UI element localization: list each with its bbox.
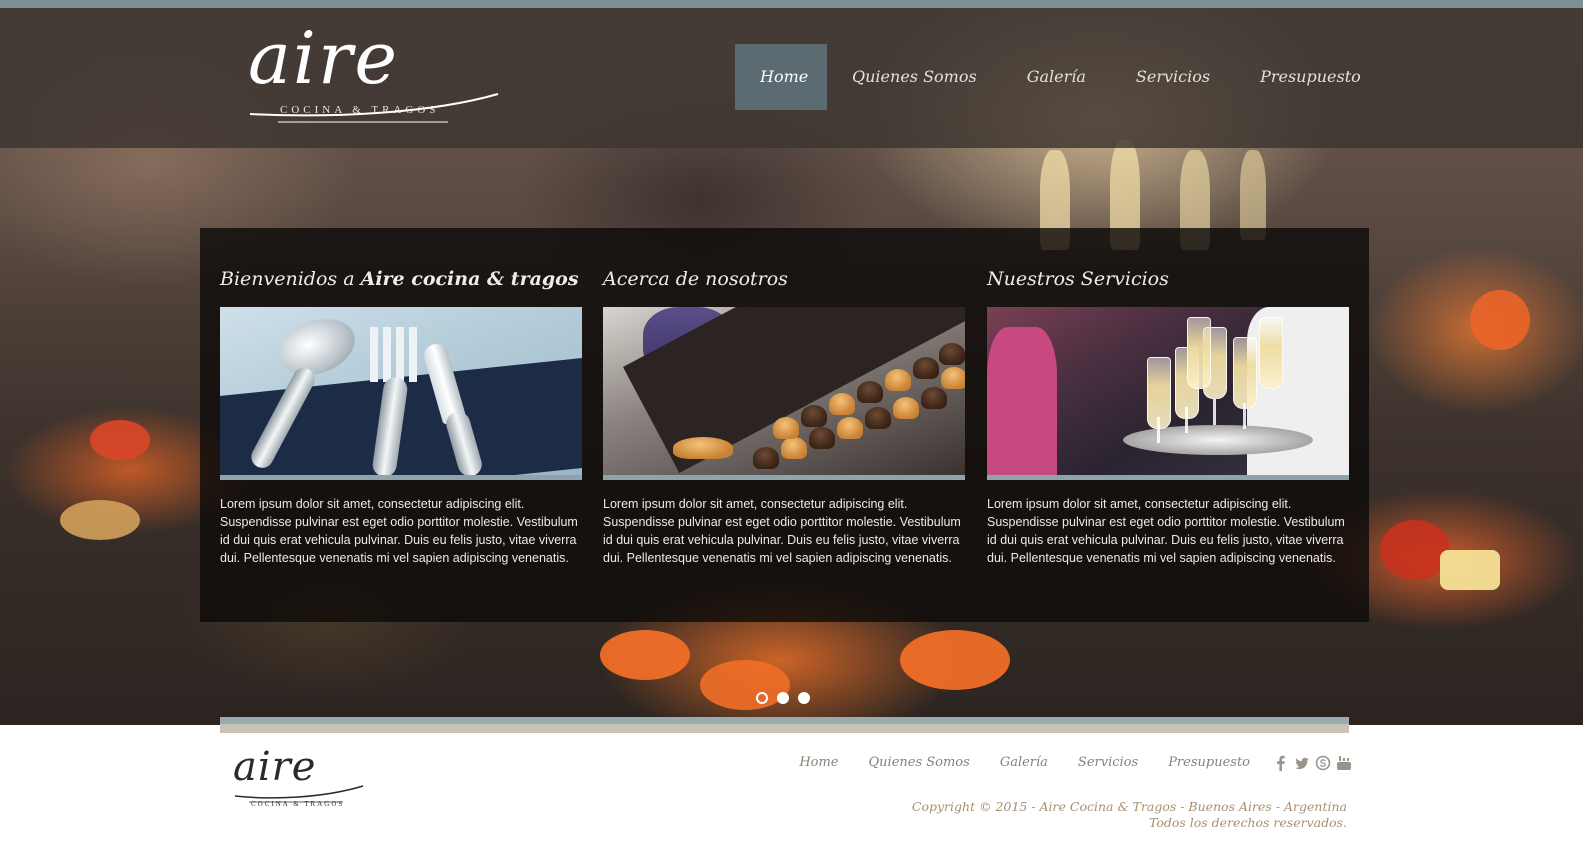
- muffin: [893, 397, 919, 419]
- nav-item-galeria[interactable]: Galería: [1002, 44, 1111, 110]
- content-panel: Bienvenidos a Aire cocina & tragos Lorem…: [200, 228, 1369, 622]
- glass-stem: [1185, 407, 1188, 433]
- champagne-glass: [1259, 317, 1283, 389]
- column-title-text: Nuestros Servicios: [987, 268, 1169, 290]
- rights-line: Todos los derechos reservados.: [1148, 815, 1347, 830]
- nav-item-presupuesto[interactable]: Presupuesto: [1235, 44, 1386, 110]
- footer-logo-tagline: COCINA & TRAGOS: [251, 800, 345, 808]
- footer-accent-bar: [220, 717, 1349, 724]
- muffin: [857, 381, 883, 403]
- muffin: [885, 369, 911, 391]
- champagne-glass: [1187, 317, 1211, 389]
- guest-dress: [987, 327, 1057, 475]
- food-blur: [600, 630, 690, 680]
- muffin: [829, 393, 855, 415]
- column-body-text: Lorem ipsum dolor sit amet, consectetur …: [220, 497, 578, 565]
- column-title-bold: Aire cocina & tragos: [360, 268, 579, 290]
- muffin: [941, 367, 965, 389]
- site-logo[interactable]: aire COCINA & TRAGOS: [248, 16, 508, 124]
- footer-nav-presupuesto[interactable]: Presupuesto: [1168, 755, 1250, 770]
- muffin: [921, 387, 947, 409]
- food-blur: [90, 420, 150, 460]
- footer-nav-servicios[interactable]: Servicios: [1078, 755, 1138, 770]
- slider-dot-3[interactable]: [798, 692, 810, 704]
- footer-nav-quienes-somos[interactable]: Quienes Somos: [869, 755, 970, 770]
- column-body-text: Lorem ipsum dolor sit amet, consectetur …: [603, 497, 961, 565]
- footer-nav-galeria[interactable]: Galería: [1000, 755, 1048, 770]
- silver-tray: [1123, 425, 1313, 455]
- copyright-line: Copyright © 2015 - Aire Cocina & Tragos …: [911, 799, 1347, 814]
- nav-item-servicios[interactable]: Servicios: [1111, 44, 1235, 110]
- column-body-text: Lorem ipsum dolor sit amet, consectetur …: [987, 497, 1345, 565]
- glass-stem: [1243, 403, 1246, 429]
- footer-accent-bar-secondary: [220, 724, 1349, 733]
- champagne-glass: [1233, 337, 1257, 409]
- logo-tagline: COCINA & TRAGOS: [280, 104, 440, 116]
- spoon-icon: [271, 309, 363, 385]
- nav-item-home[interactable]: Home: [735, 44, 827, 110]
- champagne-photo: [987, 307, 1349, 480]
- facebook-icon[interactable]: [1273, 755, 1289, 771]
- muffin: [837, 417, 863, 439]
- site-header: aire COCINA & TRAGOS Home Quienes Somos …: [0, 8, 1583, 148]
- champagne-glass-blur: [1240, 150, 1266, 240]
- footer-logo[interactable]: aire COCINA & TRAGOS: [233, 744, 373, 814]
- skype-icon[interactable]: [1315, 755, 1331, 771]
- muffin: [809, 427, 835, 449]
- slider-dot-2[interactable]: [777, 692, 789, 704]
- glass-stem: [1157, 417, 1160, 443]
- cutlery-photo: [220, 307, 582, 480]
- top-stripe: [0, 0, 1583, 8]
- column-title: Acerca de nosotros: [603, 268, 983, 290]
- fork-icon: [370, 327, 418, 382]
- main-nav: Home Quienes Somos Galería Servicios Pre…: [735, 44, 1386, 110]
- column-title: Bienvenidos a Aire cocina & tragos: [220, 268, 600, 290]
- column-title-text: Acerca de nosotros: [603, 268, 788, 290]
- slider-dot-1[interactable]: [756, 692, 768, 704]
- glass-stem: [1213, 399, 1216, 425]
- footer-nav: Home Quienes Somos Galería Servicios Pre…: [799, 755, 1250, 770]
- food-blur: [900, 630, 1010, 690]
- food-blur: [1440, 550, 1500, 590]
- pastries-photo: [603, 307, 965, 480]
- nav-item-quienes-somos[interactable]: Quienes Somos: [827, 44, 1002, 110]
- muffin: [801, 405, 827, 427]
- muffin: [773, 417, 799, 439]
- muffin: [781, 437, 807, 459]
- slider-pagination: [756, 692, 810, 704]
- muffin: [753, 447, 779, 469]
- food-blur: [60, 500, 140, 540]
- column-title-text: Bienvenidos a: [220, 268, 361, 290]
- cookie-plate: [673, 437, 733, 459]
- social-links: [1273, 755, 1352, 771]
- column-title: Nuestros Servicios: [987, 268, 1367, 290]
- food-blur: [1470, 290, 1530, 350]
- copyright-notice: Copyright © 2015 - Aire Cocina & Tragos …: [912, 799, 1347, 831]
- muffin: [865, 407, 891, 429]
- footer-nav-home[interactable]: Home: [799, 755, 838, 770]
- youtube-icon[interactable]: [1336, 755, 1352, 771]
- twitter-icon[interactable]: [1294, 755, 1310, 771]
- muffin: [939, 343, 965, 365]
- page: aire COCINA & TRAGOS Home Quienes Somos …: [0, 0, 1583, 858]
- muffin: [913, 357, 939, 379]
